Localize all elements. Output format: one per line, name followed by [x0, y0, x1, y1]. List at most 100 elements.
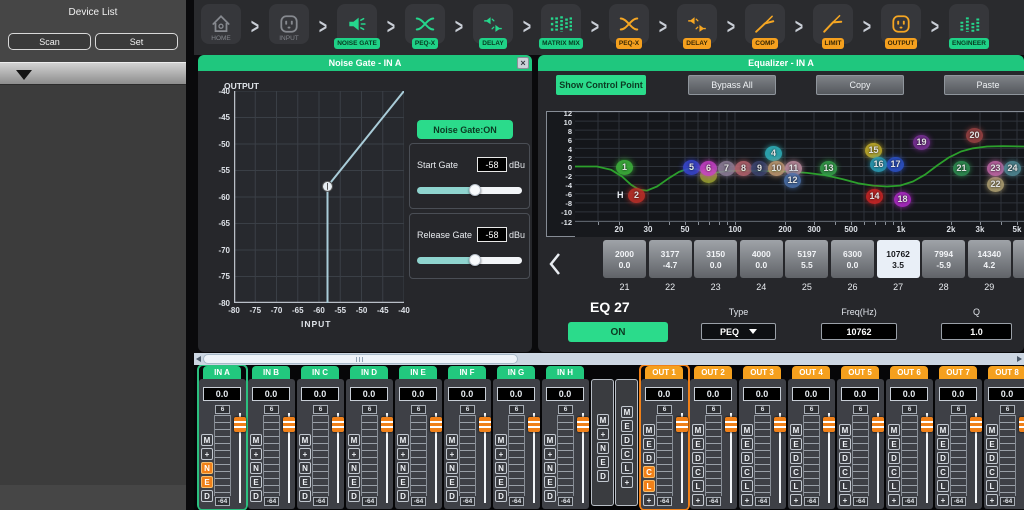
channel-button-+[interactable]: + [250, 448, 262, 460]
channel-button-e[interactable]: E [250, 476, 262, 488]
channel-button-d[interactable]: D [692, 452, 704, 464]
channel-button-e[interactable]: E [839, 438, 851, 450]
start-gate-slider[interactable] [417, 187, 522, 194]
channel-tab[interactable]: OUT 4 [792, 366, 830, 379]
channel-button-m[interactable]: M [397, 434, 409, 446]
channel-button-m[interactable]: M [348, 434, 360, 446]
channel-button-e[interactable]: E [888, 438, 900, 450]
channel-button-m[interactable]: M [937, 424, 949, 436]
start-gate-value[interactable]: -58 [477, 157, 507, 172]
channel-button-e[interactable]: E [348, 476, 360, 488]
type-dropdown[interactable]: PEQ [701, 323, 776, 340]
channel-tab[interactable]: OUT 5 [841, 366, 879, 379]
start-gate-slider-thumb[interactable] [469, 184, 481, 196]
paste-button[interactable]: Paste [944, 75, 1024, 95]
channel-button-d[interactable]: D [495, 490, 507, 502]
fader-handle[interactable] [234, 417, 246, 432]
channel-button-m[interactable]: M [299, 434, 311, 446]
channel-gain-value[interactable]: 0.0 [841, 387, 879, 401]
eq-control-point[interactable]: 5 [683, 160, 700, 175]
channel-tab[interactable]: OUT 7 [939, 366, 977, 379]
channel-button-d[interactable]: D [741, 452, 753, 464]
fader-handle[interactable] [479, 417, 491, 432]
channel-button-n[interactable]: N [495, 462, 507, 474]
toolbar-item-delay[interactable]: DELAY [674, 4, 720, 49]
channel-button-n[interactable]: N [397, 462, 409, 474]
channel-tab[interactable]: OUT 8 [988, 366, 1024, 379]
equalizer-graph[interactable]: 121086420-2-4-6-8-10-12 12H4567891011121… [546, 111, 1024, 237]
channel-gain-value[interactable]: 0.0 [694, 387, 732, 401]
channel-tab[interactable]: IN C [301, 366, 339, 379]
channel-tab[interactable]: IN B [252, 366, 290, 379]
eq-band-button[interactable] [1013, 240, 1024, 278]
fader-handle[interactable] [921, 417, 933, 432]
eq-control-point[interactable]: 10 [768, 161, 785, 176]
channel-button-+[interactable]: + [299, 448, 311, 460]
master-button-l[interactable]: L [621, 462, 633, 474]
freq-field[interactable]: 10762 [821, 323, 897, 340]
channel-button-+[interactable]: + [544, 448, 556, 460]
fader-handle[interactable] [725, 417, 737, 432]
channel-button-d[interactable]: D [348, 490, 360, 502]
eq-band-button[interactable]: 31500.0 [694, 240, 737, 278]
channel-button-e[interactable]: E [643, 438, 655, 450]
channel-button-l[interactable]: L [643, 480, 655, 492]
channel-button-+[interactable]: + [495, 448, 507, 460]
channel-button-e[interactable]: E [937, 438, 949, 450]
scan-button[interactable]: Scan [8, 33, 91, 50]
channel-button-+[interactable]: + [397, 448, 409, 460]
channel-gain-value[interactable]: 0.0 [890, 387, 928, 401]
channel-tab[interactable]: IN D [350, 366, 388, 379]
channel-gain-value[interactable]: 0.0 [448, 387, 486, 401]
channel-button-e[interactable]: E [446, 476, 458, 488]
master-button-e[interactable]: E [597, 456, 609, 468]
channel-button-m[interactable]: M [643, 424, 655, 436]
channel-button-c[interactable]: C [937, 466, 949, 478]
channel-button-m[interactable]: M [544, 434, 556, 446]
channel-button-+[interactable]: + [692, 494, 704, 506]
channel-gain-value[interactable]: 0.0 [350, 387, 388, 401]
fader-handle[interactable] [872, 417, 884, 432]
close-icon[interactable]: × [517, 57, 529, 69]
eq-band-button[interactable]: 3177-4.7 [649, 240, 692, 278]
scroll-right-icon[interactable] [1017, 356, 1022, 362]
toolbar-item-comp[interactable]: COMP [742, 4, 788, 49]
channel-button-n[interactable]: N [250, 462, 262, 474]
channel-button-n[interactable]: N [201, 462, 213, 474]
channel-button-e[interactable]: E [692, 438, 704, 450]
channel-button-n[interactable]: N [348, 462, 360, 474]
channel-tab[interactable]: OUT 2 [694, 366, 732, 379]
channel-button-m[interactable]: M [790, 424, 802, 436]
channel-gain-value[interactable]: 0.0 [939, 387, 977, 401]
eq-control-point[interactable]: 13 [820, 161, 837, 176]
show-control-point-button[interactable]: Show Control Point [556, 75, 646, 95]
channel-button-m[interactable]: M [986, 424, 998, 436]
eq-control-point[interactable]: 23 [987, 161, 1004, 176]
eq-control-point[interactable]: 19 [913, 135, 930, 150]
eq-band-button[interactable]: 7994-5.9 [922, 240, 965, 278]
channel-gain-value[interactable]: 0.0 [203, 387, 241, 401]
channel-button-+[interactable]: + [888, 494, 900, 506]
eq-plot-area[interactable]: 12H456789101112131415161718192021222324 [575, 112, 1024, 221]
release-gate-slider-thumb[interactable] [469, 254, 481, 266]
channel-button-m[interactable]: M [250, 434, 262, 446]
channel-button-m[interactable]: M [692, 424, 704, 436]
release-gate-value[interactable]: -58 [477, 227, 507, 242]
eq-control-point[interactable]: 2 [628, 188, 645, 203]
toolbar-item-engineer[interactable]: ENGINEER [946, 4, 992, 49]
channel-button-m[interactable]: M [495, 434, 507, 446]
fader-handle[interactable] [676, 417, 688, 432]
fader-handle[interactable] [430, 417, 442, 432]
channel-button-m[interactable]: M [888, 424, 900, 436]
eq-control-point[interactable]: 12 [784, 173, 801, 188]
master-button-n[interactable]: N [597, 442, 609, 454]
set-button[interactable]: Set [95, 33, 178, 50]
channel-button-e[interactable]: E [986, 438, 998, 450]
toolbar-item-home[interactable]: HOME [198, 4, 244, 44]
channel-button-d[interactable]: D [544, 490, 556, 502]
master-button-c[interactable]: C [621, 448, 633, 460]
scroll-bands-left-icon[interactable] [548, 252, 562, 281]
channel-button-d[interactable]: D [888, 452, 900, 464]
eq-control-point[interactable]: 18 [894, 192, 911, 207]
channel-gain-value[interactable]: 0.0 [792, 387, 830, 401]
